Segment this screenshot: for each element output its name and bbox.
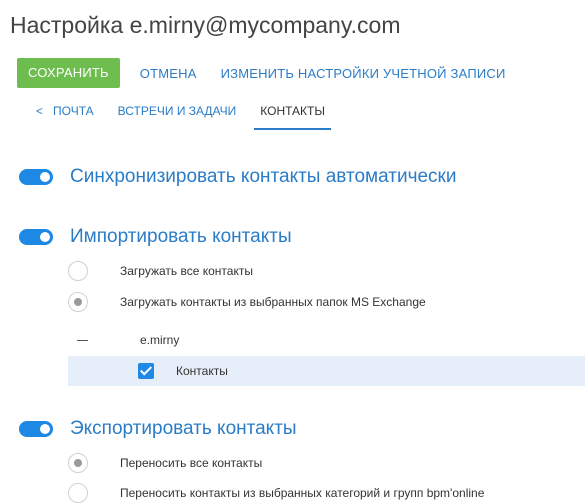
import-toggle[interactable]: [19, 229, 53, 245]
sync-label: Синхронизировать контакты автоматически: [70, 166, 457, 187]
export-option-all[interactable]: Переносить все контакты: [68, 452, 262, 474]
import-all-label: Загружать все контакты: [120, 264, 253, 278]
import-section: Импортировать контакты: [19, 226, 292, 248]
tree-node-contacts[interactable]: Контакты: [68, 356, 585, 386]
export-label: Экспортировать контакты: [70, 418, 297, 439]
tab-meetings-tasks[interactable]: ВСТРЕЧИ И ЗАДАЧИ: [118, 102, 237, 128]
collapse-icon[interactable]: [77, 339, 88, 341]
export-all-radio[interactable]: [68, 453, 88, 473]
import-all-radio[interactable]: [68, 261, 88, 281]
tree-node-root[interactable]: e.mirny: [77, 333, 179, 347]
export-option-categories[interactable]: Переносить контакты из выбранных категор…: [68, 482, 484, 504]
page-title: Настройка e.mirny@mycompany.com: [10, 12, 401, 38]
chevron-left-icon: <: [36, 104, 44, 118]
cancel-button[interactable]: ОТМЕНА: [140, 66, 197, 81]
import-folders-label: Загружать контакты из выбранных папок MS…: [120, 295, 426, 309]
tabs: < ПОЧТА ВСТРЕЧИ И ЗАДАЧИ КОНТАКТЫ: [36, 102, 355, 130]
import-label: Импортировать контакты: [70, 226, 292, 247]
import-option-all[interactable]: Загружать все контакты: [68, 260, 253, 282]
sync-toggle[interactable]: [19, 169, 53, 185]
toolbar: СОХРАНИТЬ ОТМЕНА ИЗМЕНИТЬ НАСТРОЙКИ УЧЕТ…: [17, 58, 506, 88]
tab-mail[interactable]: < ПОЧТА: [36, 102, 94, 128]
tab-label: ПОЧТА: [53, 104, 94, 118]
import-option-folders[interactable]: Загружать контакты из выбранных папок MS…: [68, 291, 426, 313]
export-categories-radio[interactable]: [68, 483, 88, 503]
export-section: Экспортировать контакты: [19, 418, 297, 440]
tree-node-label: e.mirny: [140, 333, 180, 347]
tree-node-label: Контакты: [176, 364, 228, 378]
import-folders-radio[interactable]: [68, 292, 88, 312]
sync-section: Синхронизировать контакты автоматически: [19, 166, 456, 188]
tab-contacts[interactable]: КОНТАКТЫ: [254, 102, 331, 130]
export-all-label: Переносить все контакты: [120, 456, 263, 470]
account-settings-button[interactable]: ИЗМЕНИТЬ НАСТРОЙКИ УЧЕТНОЙ ЗАПИСИ: [221, 66, 506, 81]
export-toggle[interactable]: [19, 421, 53, 437]
export-categories-label: Переносить контакты из выбранных категор…: [120, 486, 485, 500]
contacts-folder-checkbox[interactable]: [138, 363, 154, 379]
save-button[interactable]: СОХРАНИТЬ: [17, 58, 120, 88]
